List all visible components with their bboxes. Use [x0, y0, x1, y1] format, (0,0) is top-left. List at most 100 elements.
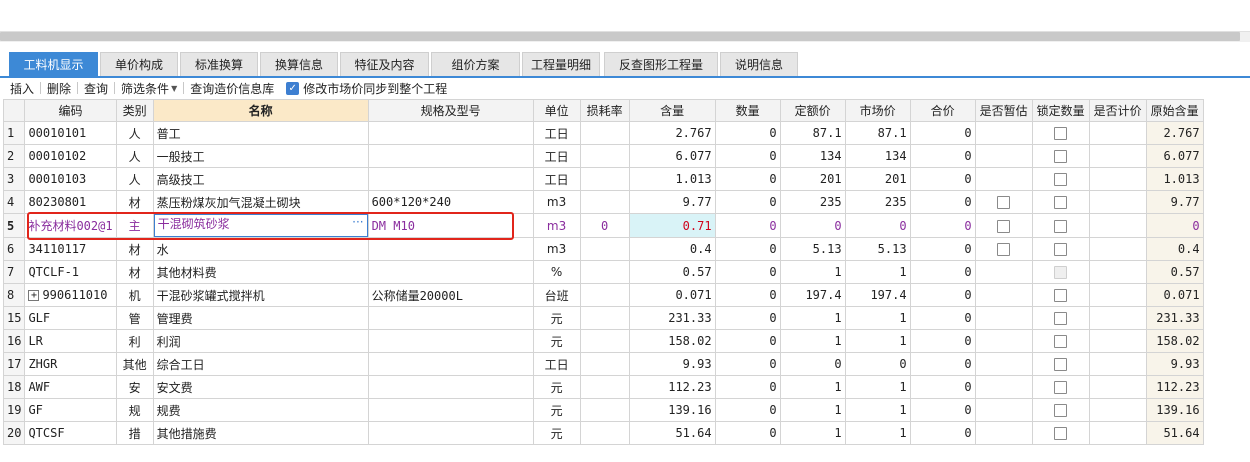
- cell-market-price[interactable]: 1: [844, 421, 911, 445]
- col-header-code[interactable]: 编码: [24, 99, 117, 122]
- cell-loss-rate[interactable]: [579, 237, 630, 261]
- cell-quota-price[interactable]: 87.1: [779, 121, 846, 145]
- cell-name[interactable]: 普工: [152, 121, 369, 145]
- cell-priced[interactable]: [1088, 283, 1147, 307]
- cell-unit[interactable]: 元: [532, 329, 581, 353]
- cell-name[interactable]: 规费: [152, 398, 369, 422]
- lock-quantity-checkbox[interactable]: [1054, 312, 1068, 325]
- cell-quota-price[interactable]: 1: [779, 398, 846, 422]
- filter-dropdown[interactable]: 筛选条件 ▼: [115, 78, 183, 98]
- cell-unit[interactable]: 工日: [532, 352, 581, 376]
- cell-loss-rate[interactable]: [579, 421, 630, 445]
- cell-loss-rate[interactable]: [579, 306, 630, 330]
- cell-unit[interactable]: m3: [532, 190, 581, 214]
- cell-quantity[interactable]: 0: [714, 421, 781, 445]
- cell-loss-rate[interactable]: [579, 283, 630, 307]
- cell-code[interactable]: AWF: [24, 375, 117, 399]
- cell-lock-qty[interactable]: [1031, 213, 1090, 238]
- cell-lock-qty[interactable]: [1031, 306, 1090, 330]
- cell-code[interactable]: QTCSF: [24, 421, 117, 445]
- cell-quota-price[interactable]: 1: [779, 421, 846, 445]
- cell-market-price[interactable]: 1: [844, 329, 911, 353]
- cell-spec[interactable]: [367, 167, 534, 191]
- cell-type[interactable]: 规: [115, 398, 154, 422]
- cell-quantity[interactable]: 0: [714, 329, 781, 353]
- cell-priced[interactable]: [1088, 213, 1147, 238]
- cell-market-price[interactable]: 201: [844, 167, 911, 191]
- cell-content[interactable]: 0.071: [628, 283, 716, 307]
- cell-priced[interactable]: [1088, 144, 1147, 168]
- col-header-name[interactable]: 名称: [152, 99, 369, 122]
- cell-quota-price[interactable]: 1: [779, 375, 846, 399]
- cell-market-price[interactable]: 197.4: [844, 283, 911, 307]
- cell-name[interactable]: 综合工日: [152, 352, 369, 376]
- cell-priced[interactable]: [1088, 306, 1147, 330]
- cell-market-price[interactable]: 235: [844, 190, 911, 214]
- lock-quantity-checkbox[interactable]: [1054, 381, 1068, 394]
- lock-quantity-checkbox[interactable]: [1054, 404, 1068, 417]
- table-row[interactable]: 19 GF 规规费元 139.16 0 1 1 0 139.16: [2, 398, 1204, 422]
- cell-code[interactable]: 00010102: [24, 144, 117, 168]
- tab-description[interactable]: 说明信息: [720, 52, 798, 76]
- cell-lock-qty[interactable]: [1031, 352, 1090, 376]
- cell-unit[interactable]: 台班: [532, 283, 581, 307]
- cell-content[interactable]: 9.93: [628, 352, 716, 376]
- tab-material-display[interactable]: 工料机显示: [9, 52, 98, 76]
- cell-quantity[interactable]: 0: [714, 237, 781, 261]
- tab-pricing-plan[interactable]: 组价方案: [431, 52, 520, 76]
- expand-plus-icon[interactable]: +: [28, 290, 40, 301]
- cell-quota-price[interactable]: 1: [779, 329, 846, 353]
- cell-code[interactable]: ZHGR: [24, 352, 117, 376]
- cell-unit[interactable]: 工日: [532, 167, 581, 191]
- cell-spec[interactable]: 公称储量20000L: [367, 283, 534, 307]
- cell-market-price[interactable]: 0: [844, 213, 911, 238]
- cell-estimate[interactable]: [974, 329, 1033, 353]
- cell-quota-price[interactable]: 5.13: [779, 237, 846, 261]
- cell-market-price[interactable]: 1: [844, 306, 911, 330]
- cell-loss-rate[interactable]: [579, 144, 630, 168]
- cell-quantity[interactable]: 0: [714, 144, 781, 168]
- cell-name[interactable]: 蒸压粉煤灰加气混凝土砌块: [152, 190, 369, 214]
- cell-lock-qty[interactable]: [1031, 167, 1090, 191]
- delete-button[interactable]: 删除: [41, 78, 77, 98]
- table-row[interactable]: 16 LR 利利润元 158.02 0 1 1 0 158.02: [2, 329, 1204, 353]
- cell-estimate[interactable]: [974, 121, 1033, 145]
- cell-type[interactable]: 人: [115, 121, 154, 145]
- cell-priced[interactable]: [1088, 190, 1147, 214]
- cell-lock-qty[interactable]: [1031, 375, 1090, 399]
- table-row[interactable]: 3 00010103 人高级技工 工日 1.013 0 201 201 0 1.013: [2, 167, 1204, 191]
- cell-estimate[interactable]: [974, 352, 1033, 376]
- cell-name[interactable]: 水: [152, 237, 369, 261]
- cell-lock-qty[interactable]: [1031, 329, 1090, 353]
- cell-priced[interactable]: [1088, 121, 1147, 145]
- cell-loss-rate[interactable]: [579, 398, 630, 422]
- cell-market-price[interactable]: 0: [844, 352, 911, 376]
- lock-quantity-checkbox[interactable]: [1054, 173, 1068, 186]
- cell-loss-rate[interactable]: 0: [579, 213, 630, 238]
- cell-content[interactable]: 139.16: [628, 398, 716, 422]
- cell-quantity[interactable]: 0: [714, 352, 781, 376]
- lock-quantity-checkbox[interactable]: [1054, 358, 1068, 371]
- cell-market-price[interactable]: 5.13: [844, 237, 911, 261]
- col-header-content[interactable]: 含量: [628, 99, 716, 122]
- lock-quantity-checkbox[interactable]: [1054, 196, 1068, 209]
- cell-quota-price[interactable]: 134: [779, 144, 846, 168]
- cell-type[interactable]: 主: [115, 213, 154, 238]
- table-row[interactable]: 2 00010102 人一般技工 工日 6.077 0 134 134 0 6.077: [2, 144, 1204, 168]
- lock-quantity-checkbox[interactable]: [1054, 289, 1068, 302]
- cell-spec[interactable]: [367, 144, 534, 168]
- cell-quota-price[interactable]: 1: [779, 260, 846, 284]
- col-header-lock-qty[interactable]: 锁定数量: [1031, 99, 1090, 122]
- table-row[interactable]: 5 补充材料002@1 主干混砌筑砂浆 ··· DM M10 m3 0 0.71 0 0 0 0 0: [2, 213, 1204, 238]
- cell-content[interactable]: 0.4: [628, 237, 716, 261]
- cell-content[interactable]: 158.02: [628, 329, 716, 353]
- cell-unit[interactable]: 工日: [532, 121, 581, 145]
- cell-lock-qty[interactable]: [1031, 190, 1090, 214]
- cell-unit[interactable]: m3: [532, 237, 581, 261]
- cell-spec[interactable]: [367, 421, 534, 445]
- table-row[interactable]: 1 00010101 人普工 工日 2.767 0 87.1 87.1 0 2.767: [2, 121, 1204, 145]
- cell-priced[interactable]: [1088, 421, 1147, 445]
- cell-spec[interactable]: [367, 352, 534, 376]
- cell-loss-rate[interactable]: [579, 121, 630, 145]
- table-row[interactable]: 20 QTCSF 措其他措施费元 51.64 0 1 1 0 51.64: [2, 421, 1204, 445]
